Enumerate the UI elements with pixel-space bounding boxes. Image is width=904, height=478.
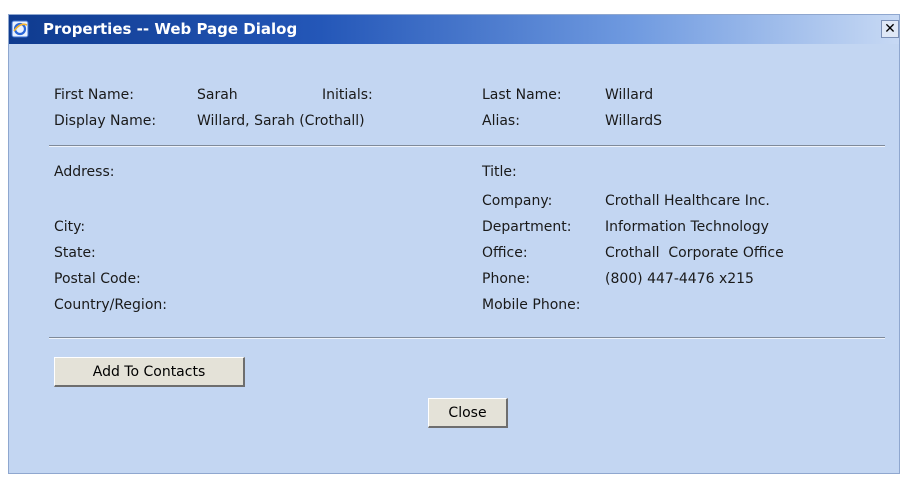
postal-code-label: Postal Code: xyxy=(54,271,141,287)
office-value: Crothall Corporate Office xyxy=(605,245,784,261)
city-label: City: xyxy=(54,219,86,235)
initials-label: Initials: xyxy=(322,87,373,103)
country-region-label: Country/Region: xyxy=(54,297,167,313)
close-icon[interactable]: ✕ xyxy=(881,20,899,38)
last-name-value: Willard xyxy=(605,87,654,103)
close-button[interactable]: Close xyxy=(428,398,508,428)
display-name-value: Willard, Sarah (Crothall) xyxy=(197,113,365,129)
title-bar[interactable]: Properties -- Web Page Dialog ✕ xyxy=(9,15,899,44)
title-label: Title: xyxy=(482,164,517,180)
display-name-label: Display Name: xyxy=(54,113,157,129)
state-label: State: xyxy=(54,245,96,261)
department-value: Information Technology xyxy=(605,219,769,235)
mobile-phone-label: Mobile Phone: xyxy=(482,297,581,313)
last-name-label: Last Name: xyxy=(482,87,562,103)
dialog-title: Properties -- Web Page Dialog xyxy=(43,20,298,38)
alias-value: WillardS xyxy=(605,113,663,129)
separator-bottom xyxy=(49,337,885,339)
add-to-contacts-button[interactable]: Add To Contacts xyxy=(54,357,245,387)
phone-label: Phone: xyxy=(482,271,531,287)
phone-value: (800) 447-4476 x215 xyxy=(605,271,754,287)
alias-label: Alias: xyxy=(482,113,520,129)
properties-dialog: Properties -- Web Page Dialog ✕ First Na… xyxy=(8,14,900,474)
first-name-value: Sarah xyxy=(197,87,238,103)
address-label: Address: xyxy=(54,164,115,180)
separator-top xyxy=(49,145,885,147)
company-label: Company: xyxy=(482,193,553,209)
office-label: Office: xyxy=(482,245,528,261)
first-name-label: First Name: xyxy=(54,87,134,103)
ie-icon xyxy=(11,20,29,38)
company-value: Crothall Healthcare Inc. xyxy=(605,193,770,209)
department-label: Department: xyxy=(482,219,572,235)
